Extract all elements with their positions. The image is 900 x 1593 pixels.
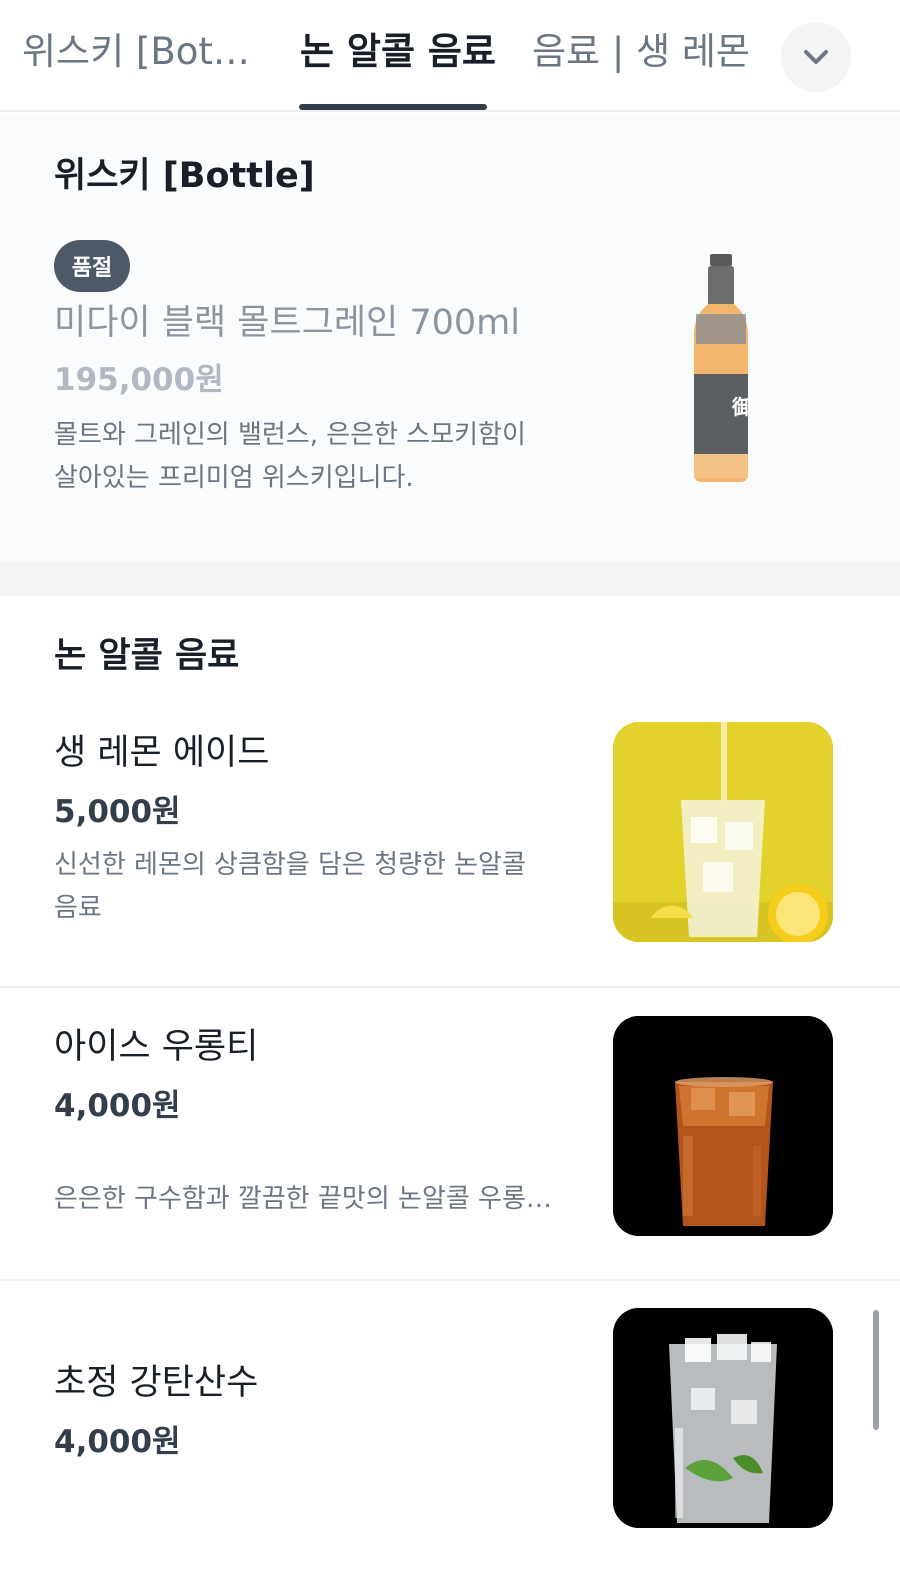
item-divider — [0, 986, 900, 988]
item-description: 몰트와 그레인의 밸런스, 은은한 스모키함이 살아있는 프리미엄 위스키입니다… — [54, 420, 526, 493]
item-name: 생 레몬 에이드 — [54, 733, 270, 773]
sold-out-badge: 품절 — [54, 240, 130, 292]
item-price: 5,000원 — [54, 794, 181, 830]
category-tab-bar: 위스키 [Bottle] 논 알콜 음료 음료 | 생 레몬 — [0, 0, 900, 112]
menu-item-ice-oolong-tea[interactable]: 아이스 우롱티 4,000원 은은한 구수함과 깔끔한 끝맛의 논알콜 우롱티.… — [0, 1014, 900, 1278]
tab-whisky-bottle[interactable]: 위스키 [Bottle] — [22, 28, 262, 76]
lemon-ade-image — [613, 722, 833, 942]
whisky-bottle-image: 御 — [694, 254, 752, 482]
item-description: 은은한 구수함과 깔끔한 끝맛의 논알콜 우롱티... — [54, 1184, 574, 1214]
active-tab-indicator — [299, 104, 487, 110]
scrollbar[interactable] — [873, 1310, 879, 1430]
tab-non-alcohol[interactable]: 논 알콜 음료 — [300, 28, 496, 76]
svg-text:御: 御 — [731, 395, 752, 419]
ice-oolong-tea-image — [613, 1016, 833, 1236]
section-non-alcohol: 논 알콜 음료 생 레몬 에이드 5,000원 신선한 레몬의 상큼함을 담은 … — [0, 596, 900, 1593]
more-categories-button[interactable] — [781, 22, 851, 92]
item-name: 초정 강탄산수 — [54, 1363, 259, 1403]
chevron-down-icon — [804, 50, 828, 64]
item-divider — [0, 1279, 900, 1281]
item-price: 195,000원 — [54, 362, 224, 398]
item-name: 미다이 블랙 몰트그레인 700ml — [54, 303, 520, 343]
item-price: 4,000원 — [54, 1424, 181, 1460]
item-name: 아이스 우롱티 — [54, 1027, 259, 1067]
item-description: 신선한 레몬의 상큼함을 담은 청량한 논알콜 음료 — [54, 850, 526, 923]
item-price: 4,000원 — [54, 1088, 181, 1124]
sparkling-water-image — [613, 1308, 833, 1528]
tab-drinks-lemon[interactable]: 음료 | 생 레몬 — [532, 28, 750, 76]
menu-item-chojeong-sparkling-water[interactable]: 초정 강탄산수 4,000원 — [0, 1308, 900, 1593]
section-gap — [0, 562, 900, 596]
section-whisky: 위스키 [Bottle] 품절 미다이 블랙 몰트그레인 700ml 195,0… — [0, 114, 900, 562]
section-title-whisky: 위스키 [Bottle] — [54, 156, 315, 196]
section-title-non-alcohol: 논 알콜 음료 — [54, 636, 240, 676]
menu-item-lemon-ade[interactable]: 생 레몬 에이드 5,000원 신선한 레몬의 상큼함을 담은 청량한 논알콜 … — [0, 720, 900, 986]
